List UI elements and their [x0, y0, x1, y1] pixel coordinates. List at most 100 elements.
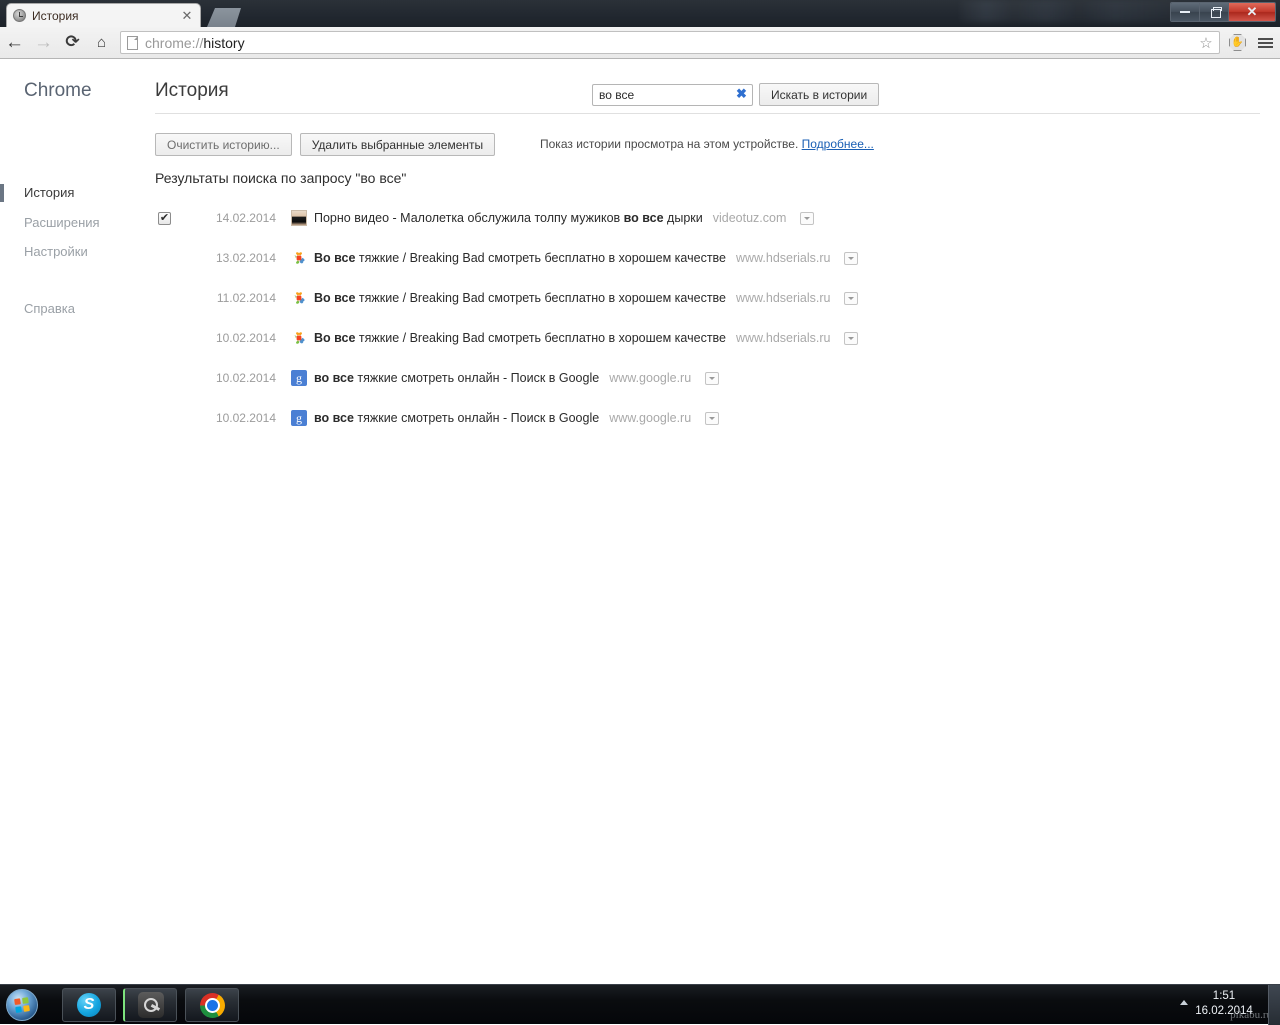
- search-history-button[interactable]: Искать в истории: [759, 83, 880, 106]
- browser-window: История ✕ ✕ ← → ⟳ ⌂ chrome://history ☆ ✋…: [0, 0, 1280, 1025]
- history-entry-list: ✔ 14.02.2014 Порно видео - Малолетка обслу…: [155, 198, 1260, 438]
- show-hidden-icons-button[interactable]: [1180, 1000, 1188, 1005]
- minimize-icon: [1180, 11, 1190, 13]
- restore-icon: [1209, 7, 1222, 18]
- browser-toolbar: ← → ⟳ ⌂ chrome://history ☆ ✋: [0, 27, 1280, 59]
- close-button[interactable]: ✕: [1229, 3, 1275, 21]
- check-icon: ✔: [159, 211, 170, 224]
- entry-title-suffix: тяжкие / Breaking Bad смотреть бесплатно…: [355, 331, 726, 345]
- taskbar-item-steam[interactable]: [123, 988, 177, 1022]
- restore-button[interactable]: [1200, 3, 1229, 21]
- blurred-titlebar-region: [960, 0, 1175, 22]
- history-entry-row[interactable]: ✔ 14.02.2014 Порно видео - Малолетка обслу…: [155, 198, 1260, 238]
- entry-title-suffix: дырки: [663, 211, 703, 225]
- entry-body: g во все тяжкие смотреть онлайн - Поиск в…: [291, 410, 720, 426]
- entry-title-match: во все: [623, 211, 664, 225]
- entry-title-prefix: Порно видео - Малолетка обслужила толпу …: [314, 211, 624, 225]
- sidebar-item-extensions[interactable]: Расширения: [24, 215, 100, 230]
- star-icon[interactable]: ☆: [1197, 34, 1215, 52]
- address-bar[interactable]: chrome://history ☆: [120, 31, 1220, 54]
- history-entry-row[interactable]: 10.02.2014 g во все тяжкие смотреть онлайн…: [155, 398, 1260, 438]
- entry-date: 10.02.2014: [215, 331, 276, 345]
- entry-title-suffix: тяжкие / Breaking Bad смотреть бесплатно…: [355, 291, 726, 305]
- history-entry-row[interactable]: 13.02.2014 Во все тяжкие / Breaking Bad с…: [155, 238, 1260, 278]
- entry-title[interactable]: во все тяжкие смотреть онлайн - Поиск в …: [314, 371, 599, 385]
- chrome-menu-button[interactable]: [1251, 28, 1280, 58]
- entry-checkbox[interactable]: ✔: [158, 211, 171, 225]
- history-entry-row[interactable]: 10.02.2014 g во все тяжкие смотреть онлайн…: [155, 358, 1260, 398]
- joomla-icon: [291, 290, 307, 306]
- entry-date: 10.02.2014: [215, 411, 276, 425]
- google-icon: g: [291, 410, 307, 426]
- entry-title[interactable]: во все тяжкие смотреть онлайн - Поиск в …: [314, 411, 599, 425]
- entry-dropdown-button[interactable]: [844, 291, 859, 305]
- chevron-down-icon: [848, 296, 855, 300]
- close-icon[interactable]: ✕: [180, 9, 194, 23]
- chevron-down-icon: [709, 416, 716, 420]
- history-entry-row[interactable]: 11.02.2014 Во все тяжкие / Breaking Bad с…: [155, 278, 1260, 318]
- clock-time: 1:51: [1212, 990, 1236, 1002]
- device-note-text: Показ истории просмотра на этом устройст…: [540, 137, 799, 151]
- windows-taskbar: S 1:51 16.02.2014 pikabu.ru: [0, 984, 1280, 1025]
- chevron-down-icon: [804, 216, 811, 220]
- show-desktop-button[interactable]: [1268, 985, 1280, 1025]
- taskbar-item-chrome[interactable]: [185, 988, 239, 1022]
- hamburger-icon: [1258, 37, 1273, 40]
- entry-title-suffix: тяжкие смотреть онлайн - Поиск в Google: [353, 411, 600, 425]
- entry-dropdown-button[interactable]: [844, 331, 859, 345]
- clear-history-button[interactable]: Очистить историю...: [155, 133, 292, 156]
- skype-icon: S: [77, 993, 101, 1017]
- joomla-icon: [291, 250, 307, 266]
- thumbnail-icon: [291, 210, 307, 226]
- entry-body: Порно видео - Малолетка обслужила толпу …: [291, 210, 815, 226]
- learn-more-link[interactable]: Подробнее...: [802, 137, 874, 151]
- entry-body: g во все тяжкие смотреть онлайн - Поиск в…: [291, 370, 720, 386]
- entry-title-match: Во все: [314, 291, 356, 305]
- adblock-extension-button[interactable]: ✋: [1224, 28, 1251, 58]
- delete-selected-button[interactable]: Удалить выбранные элементы: [299, 133, 496, 156]
- entry-title[interactable]: Во все тяжкие / Breaking Bad смотреть бе…: [314, 251, 726, 265]
- entry-domain: www.hdserials.ru: [736, 251, 831, 265]
- entry-date: 10.02.2014: [215, 371, 276, 385]
- chevron-down-icon: [709, 376, 716, 380]
- close-icon[interactable]: ✖: [735, 87, 748, 101]
- minimize-button[interactable]: [1171, 3, 1200, 21]
- entry-dropdown-button[interactable]: [705, 411, 720, 425]
- entry-title-match: во все: [314, 411, 354, 425]
- home-button[interactable]: ⌂: [87, 28, 116, 58]
- sidebar-item-help[interactable]: Справка: [24, 301, 75, 316]
- history-entry-row[interactable]: 10.02.2014 Во все тяжкие / Breaking Bad с…: [155, 318, 1260, 358]
- device-note: Показ истории просмотра на этом устройст…: [540, 137, 874, 151]
- reload-button[interactable]: ⟳: [58, 28, 87, 58]
- forward-button[interactable]: →: [29, 28, 58, 58]
- entry-date: 13.02.2014: [215, 251, 276, 265]
- entry-title[interactable]: Во все тяжкие / Breaking Bad смотреть бе…: [314, 291, 726, 305]
- url-scheme: chrome://: [145, 34, 204, 51]
- start-button[interactable]: [6, 989, 38, 1021]
- hamburger-icon: [1258, 41, 1273, 44]
- steam-icon: [137, 992, 164, 1018]
- entry-dropdown-button[interactable]: [844, 251, 859, 265]
- watermark: pikabu.ru: [1230, 1009, 1272, 1021]
- entry-date: 14.02.2014: [215, 211, 276, 225]
- windows-logo-icon: [13, 997, 31, 1013]
- sidebar-item-history[interactable]: История: [24, 185, 74, 200]
- taskbar-item-skype[interactable]: S: [62, 988, 116, 1022]
- entry-title[interactable]: Порно видео - Малолетка обслужила толпу …: [314, 211, 703, 225]
- tab-history[interactable]: История ✕: [6, 3, 201, 27]
- new-tab-button[interactable]: [207, 8, 241, 27]
- chrome-brand-label: Chrome: [24, 80, 92, 101]
- entry-dropdown-button[interactable]: [705, 371, 720, 385]
- back-button[interactable]: ←: [0, 28, 29, 58]
- entry-dropdown-button[interactable]: [800, 211, 815, 225]
- entry-domain: videotuz.com: [712, 211, 787, 225]
- title-divider: [155, 113, 1260, 114]
- entry-title[interactable]: Во все тяжкие / Breaking Bad смотреть бе…: [314, 331, 726, 345]
- search-area: во все ✖ Искать в истории: [592, 83, 880, 106]
- search-input[interactable]: во все ✖: [592, 83, 753, 106]
- results-heading: Результаты поиска по запросу "во все": [155, 170, 407, 186]
- page-title: История: [155, 80, 229, 101]
- sidebar-item-settings[interactable]: Настройки: [24, 244, 88, 259]
- entry-title-match: Во все: [314, 251, 356, 265]
- url-path: history: [203, 34, 245, 51]
